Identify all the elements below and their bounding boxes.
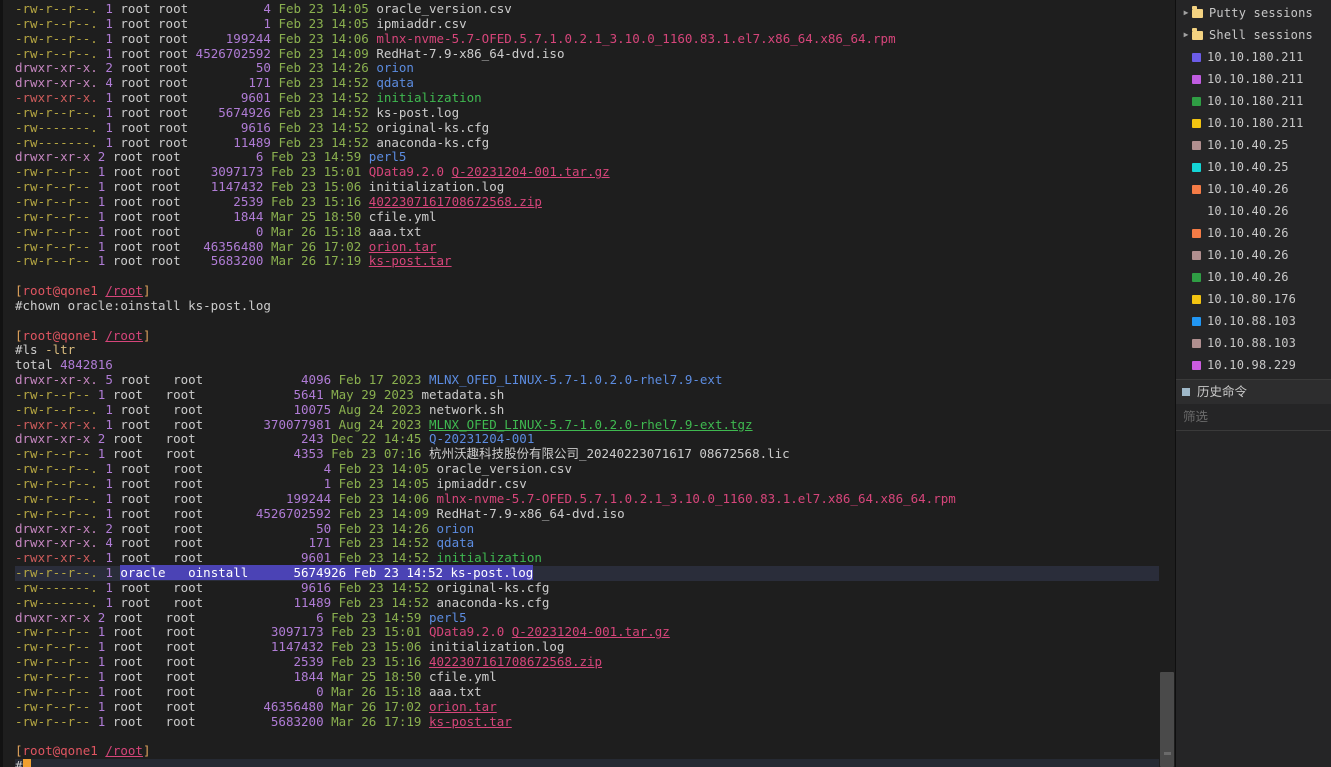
chevron-right-icon[interactable]: ▶ — [1180, 9, 1192, 17]
session-color-icon — [1192, 360, 1201, 370]
sidebar-folder-0[interactable]: ▶ Putty sessions — [1176, 2, 1331, 24]
terminal-scrollbar[interactable] — [1159, 0, 1175, 767]
sidebar-folder-label: Shell sessions — [1209, 27, 1313, 42]
sidebar-session-label: 10.10.180.211 — [1207, 93, 1304, 108]
sidebar-session-label: 10.10.40.26 — [1207, 225, 1289, 240]
sidebar-folder-1[interactable]: ▶ Shell sessions — [1176, 24, 1331, 46]
sidebar-session-label: 10.10.40.26 — [1207, 203, 1289, 218]
session-color-icon — [1192, 228, 1201, 238]
sidebar-session-label: 10.10.40.26 — [1207, 247, 1289, 262]
filter-placeholder: 筛选 — [1183, 408, 1209, 424]
session-color-icon — [1192, 162, 1201, 172]
chevron-right-icon[interactable]: ▶ — [1180, 31, 1192, 39]
sidebar-item-history[interactable]: 历史命令 — [1176, 380, 1331, 404]
sidebar-session-12[interactable]: 10.10.88.103 — [1176, 310, 1331, 332]
sidebar-session-11[interactable]: 10.10.80.176 — [1176, 288, 1331, 310]
session-color-icon — [1192, 294, 1201, 304]
session-color-icon — [1192, 184, 1201, 194]
sidebar-session-label: 10.10.98.229 — [1207, 357, 1297, 372]
sidebar-session-2[interactable]: 10.10.180.211 — [1176, 90, 1331, 112]
sidebar-session-label: 10.10.180.211 — [1207, 49, 1304, 64]
sidebar-session-9[interactable]: 10.10.40.26 — [1176, 244, 1331, 266]
session-color-icon — [1192, 250, 1201, 260]
session-color-icon — [1192, 338, 1201, 348]
square-icon — [1182, 388, 1190, 396]
sidebar-session-label: 10.10.40.25 — [1207, 137, 1289, 152]
sidebar-session-3[interactable]: 10.10.180.211 — [1176, 112, 1331, 134]
session-color-icon — [1192, 118, 1201, 128]
sidebar-folder-label: Putty sessions — [1209, 5, 1313, 20]
sidebar-session-label: 10.10.180.211 — [1207, 115, 1304, 130]
session-color-icon — [1192, 207, 1201, 216]
sidebar-session-6[interactable]: 10.10.40.26 — [1176, 178, 1331, 200]
terminal-panel[interactable]: -rw-r--r--. 1 root root 4 Feb 23 14:05 o… — [0, 0, 1175, 767]
folder-icon — [1192, 6, 1203, 18]
sessions-tree: ▶ Putty sessions ▶ Shell sessions 10.10.180.… — [1176, 0, 1331, 376]
sessions-sidebar: ▶ Putty sessions ▶ Shell sessions 10.10.180.… — [1175, 0, 1331, 767]
sidebar-session-0[interactable]: 10.10.180.211 — [1176, 46, 1331, 68]
sidebar-session-label: 10.10.80.176 — [1207, 291, 1297, 306]
terminal-output[interactable]: -rw-r--r--. 1 root root 4 Feb 23 14:05 o… — [3, 0, 1175, 767]
sidebar-empty-area — [1176, 431, 1331, 767]
scrollbar-grip-icon — [1164, 752, 1171, 755]
sidebar-session-label: 10.10.40.26 — [1207, 269, 1289, 284]
session-color-icon — [1192, 272, 1201, 282]
sidebar-session-label: 10.10.40.26 — [1207, 181, 1289, 196]
session-color-icon — [1192, 96, 1201, 106]
sidebar-session-13[interactable]: 10.10.88.103 — [1176, 332, 1331, 354]
app-root: -rw-r--r--. 1 root root 4 Feb 23 14:05 o… — [0, 0, 1331, 767]
sidebar-session-label: 10.10.88.103 — [1207, 313, 1297, 328]
folder-icon — [1192, 28, 1203, 40]
session-color-icon — [1192, 140, 1201, 150]
sidebar-session-label: 10.10.88.103 — [1207, 335, 1297, 350]
terminal-cursor — [22, 759, 31, 767]
session-color-icon — [1192, 316, 1201, 326]
sidebar-session-1[interactable]: 10.10.180.211 — [1176, 68, 1331, 90]
sidebar-session-label: 10.10.40.25 — [1207, 159, 1289, 174]
filter-input[interactable]: 筛选 — [1176, 404, 1331, 431]
sidebar-session-4[interactable]: 10.10.40.25 — [1176, 134, 1331, 156]
session-color-icon — [1192, 74, 1201, 84]
sidebar-session-label: 10.10.180.211 — [1207, 71, 1304, 86]
session-color-icon — [1192, 52, 1201, 62]
sidebar-session-7[interactable]: 10.10.40.26 — [1176, 200, 1331, 222]
terminal-scrollbar-thumb[interactable] — [1160, 672, 1174, 767]
history-label: 历史命令 — [1197, 383, 1248, 399]
sidebar-session-5[interactable]: 10.10.40.25 — [1176, 156, 1331, 178]
sidebar-session-8[interactable]: 10.10.40.26 — [1176, 222, 1331, 244]
sidebar-session-14[interactable]: 10.10.98.229 — [1176, 354, 1331, 376]
sidebar-session-10[interactable]: 10.10.40.26 — [1176, 266, 1331, 288]
